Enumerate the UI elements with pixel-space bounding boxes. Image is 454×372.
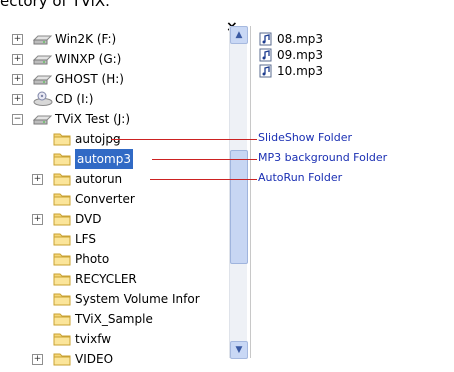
tree-item-label: WINXP (G:)	[55, 52, 122, 66]
tree-item-label: Photo	[75, 252, 110, 266]
tree-item-label: TViX Test (J:)	[55, 112, 131, 126]
file-name: 10.mp3	[277, 64, 324, 78]
tree-item-label: TViX_Sample	[75, 312, 153, 326]
tree-item[interactable]: LFS	[0, 229, 228, 249]
tree-item-label: GHOST (H:)	[55, 72, 124, 86]
tree-item[interactable]: Photo	[0, 249, 228, 269]
tree-item[interactable]: − TViX Test (J:)	[0, 109, 228, 129]
vertical-scrollbar[interactable]: ▲ ▼	[229, 26, 248, 359]
tree-item-label: DVD	[75, 212, 102, 226]
tree-item[interactable]: + Win2K (F:)	[0, 29, 228, 49]
expand-icon[interactable]: +	[32, 214, 43, 225]
tree-item[interactable]: + WINXP (G:)	[0, 49, 228, 69]
annotation-line	[152, 159, 257, 160]
tree-item-label: System Volume Infor	[75, 292, 200, 306]
tree-item-label: automp3	[75, 149, 133, 169]
expand-icon[interactable]: +	[32, 354, 43, 365]
tree-item[interactable]: + GHOST (H:)	[0, 69, 228, 89]
collapse-icon[interactable]: −	[12, 114, 23, 125]
scroll-thumb[interactable]	[230, 150, 248, 264]
annotation-label: SlideShow Folder	[258, 131, 353, 144]
tree-item-label: CD (I:)	[55, 92, 94, 106]
tree-item-label: autorun	[75, 172, 123, 186]
expand-icon[interactable]: +	[12, 34, 23, 45]
expand-icon[interactable]: +	[32, 174, 43, 185]
annotation-label: AutoRun Folder	[258, 171, 343, 184]
expand-icon[interactable]: +	[12, 94, 23, 105]
file-name: 08.mp3	[277, 32, 324, 46]
scroll-up-button[interactable]: ▲	[230, 26, 248, 44]
tree-item-label: RECYCLER	[75, 272, 137, 286]
pane-divider[interactable]	[250, 26, 251, 358]
expand-icon[interactable]: +	[12, 74, 23, 85]
annotation-line	[111, 139, 257, 140]
audio-file-icon	[259, 64, 273, 82]
tree-item-label: tvixfw	[75, 332, 112, 346]
tree-item[interactable]: TViX_Sample	[0, 309, 228, 329]
annotation-label: MP3 background Folder	[258, 151, 388, 164]
tree-item-label: LFS	[75, 232, 96, 246]
expand-icon[interactable]: +	[12, 54, 23, 65]
annotation-line	[150, 179, 257, 180]
folder-icon	[53, 351, 71, 372]
file-name: 09.mp3	[277, 48, 324, 62]
tree-item[interactable]: + CD (I:)	[0, 89, 228, 109]
tree-item-label: Converter	[75, 192, 135, 206]
tree-item[interactable]: tvixfw	[0, 329, 228, 349]
tree-item[interactable]: RECYCLER	[0, 269, 228, 289]
tree-item[interactable]: + VIDEO	[0, 349, 228, 369]
tree-item[interactable]: System Volume Infor	[0, 289, 228, 309]
caption-text: ectory of TViX.	[0, 0, 110, 10]
tree-item[interactable]: + DVD	[0, 209, 228, 229]
tree-item[interactable]: Converter	[0, 189, 228, 209]
tree-item-label: Win2K (F:)	[55, 32, 117, 46]
tree-item-label: VIDEO	[75, 352, 114, 366]
scroll-down-button[interactable]: ▼	[230, 341, 248, 359]
